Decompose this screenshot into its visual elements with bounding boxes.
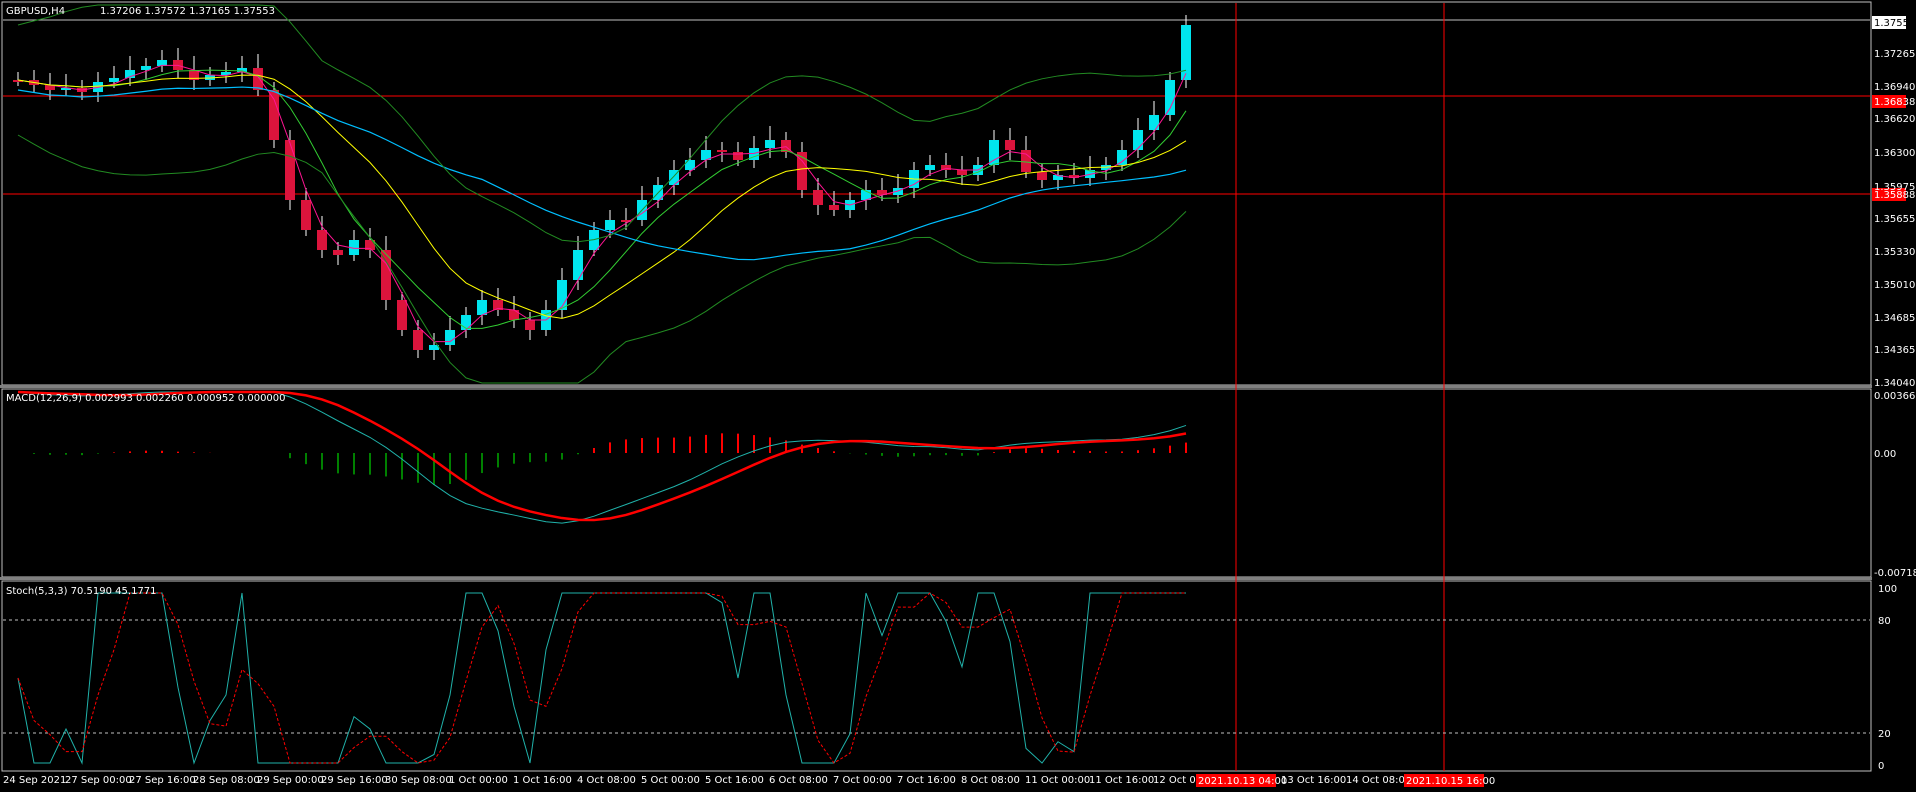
time-label: 11 Oct 00:00: [1025, 775, 1090, 786]
hline-badge: 1.36838: [1874, 97, 1915, 108]
price-tick: 1.34685: [1874, 313, 1915, 324]
candle-body: [733, 152, 743, 160]
crosshair-time-badge: 2021.10.13 04:00: [1198, 776, 1287, 787]
time-label: 4 Oct 08:00: [577, 775, 636, 786]
price-axis[interactable]: 1.37553 1.37265 1.36940 1.36838 1.36620 …: [1872, 16, 1915, 389]
candle-body: [989, 140, 999, 165]
time-label: 1 Oct 00:00: [449, 775, 508, 786]
time-label: 24 Sep 2021: [3, 775, 66, 786]
candle-body: [301, 200, 311, 230]
time-label: 5 Oct 16:00: [705, 775, 764, 786]
stoch-tick: 80: [1878, 616, 1891, 627]
price-tick: 1.37265: [1874, 49, 1915, 60]
stoch-signal-line: [17, 592, 1186, 764]
macd-tick: 0.003669: [1874, 391, 1916, 402]
candle-body: [525, 320, 535, 330]
candle-body: [333, 250, 343, 255]
candle-body: [925, 165, 935, 170]
time-label: 29 Sep 16:00: [321, 775, 388, 786]
stoch-axis: 100 80 20 0: [1878, 584, 1897, 772]
price-tick: 1.34365: [1874, 345, 1915, 356]
candle-body: [477, 300, 487, 315]
candle-body: [717, 150, 727, 152]
candle-body: [813, 190, 823, 205]
stoch-tick: 20: [1878, 729, 1891, 740]
stoch-tick: 0: [1878, 761, 1884, 772]
time-label: 5 Oct 00:00: [641, 775, 700, 786]
candle-body: [557, 280, 567, 310]
candle-body: [765, 140, 775, 148]
time-label: 6 Oct 08:00: [769, 775, 828, 786]
candle-body: [1149, 115, 1159, 130]
symbol-label: GBPUSD,H4: [6, 6, 65, 17]
time-label: 30 Sep 08:00: [385, 775, 452, 786]
price-tick: 1.35010: [1874, 280, 1915, 291]
stoch-tick: 100: [1878, 584, 1897, 595]
macd-axis: 0.003669 0.00 -0.007188: [1874, 391, 1916, 579]
price-tick: 1.36940: [1874, 82, 1915, 93]
time-label: 1 Oct 16:00: [513, 775, 572, 786]
bollinger-upper: [17, 4, 1187, 243]
time-label: 28 Sep 08:00: [193, 775, 260, 786]
candle-body: [317, 230, 327, 250]
macd-tick: -0.007188: [1874, 568, 1916, 579]
price-tick: 1.34040: [1874, 378, 1915, 389]
price-tick: 1.35330: [1874, 247, 1915, 258]
candle-body: [573, 250, 583, 280]
candle-body: [957, 170, 967, 175]
candle-body: [1037, 172, 1047, 180]
time-label: 13 Oct 16:00: [1281, 775, 1346, 786]
time-label: 27 Sep 16:00: [129, 775, 196, 786]
candle-body: [1165, 80, 1175, 115]
stoch-main-line: [17, 592, 1186, 765]
macd-main-line: [17, 391, 1187, 524]
candle-body: [509, 310, 519, 320]
chart-canvas[interactable]: GBPUSD,H4 1.37206 1.37572 1.37165 1.3755…: [0, 0, 1916, 792]
candle-body: [285, 140, 295, 200]
ma-long-line: [17, 86, 1187, 261]
stoch-label: Stoch(5,3,3) 70.5190 45.1771: [6, 586, 157, 597]
stoch-panel-frame: [1, 580, 1872, 772]
ma-slow-line: [17, 74, 1187, 319]
bollinger-lower: [17, 134, 1187, 384]
time-label: 14 Oct 08:00: [1346, 775, 1411, 786]
price-tick: 1.36300: [1874, 148, 1915, 159]
candle-body: [605, 220, 615, 230]
time-label: 7 Oct 00:00: [833, 775, 892, 786]
candle-body: [1181, 25, 1191, 80]
candle-body: [141, 66, 151, 70]
time-label: 8 Oct 08:00: [961, 775, 1020, 786]
time-label: 27 Sep 00:00: [65, 775, 132, 786]
price-tick: 1.35975: [1874, 182, 1915, 193]
candle-body: [445, 330, 455, 345]
candle-body: [397, 300, 407, 330]
price-tick: 1.35655: [1874, 214, 1915, 225]
price-tick: 1.36620: [1874, 114, 1915, 125]
current-price-badge: 1.37553: [1874, 18, 1915, 29]
time-label: 29 Sep 00:00: [257, 775, 324, 786]
candle-body: [109, 78, 119, 82]
candle-body: [829, 205, 839, 210]
candle-body: [413, 330, 423, 350]
macd-signal-line: [17, 390, 1187, 522]
time-label: 11 Oct 16:00: [1089, 775, 1154, 786]
candle-body: [1117, 150, 1127, 165]
candle-body: [269, 90, 279, 140]
ma-mid-line: [17, 69, 1187, 329]
time-axis[interactable]: 24 Sep 2021 27 Sep 00:00 27 Sep 16:00 28…: [3, 774, 1495, 787]
candle-body: [1133, 130, 1143, 150]
candle-body: [1005, 140, 1015, 150]
macd-tick: 0.00: [1874, 449, 1896, 460]
ohlc-label: 1.37206 1.37572 1.37165 1.37553: [100, 6, 275, 17]
macd-label: MACD(12,26,9) 0.002993 0.002260 0.000952…: [6, 393, 286, 404]
time-label: 7 Oct 16:00: [897, 775, 956, 786]
crosshair-time-badge: 2021.10.15 16:00: [1406, 776, 1495, 787]
macd-panel-frame: [1, 388, 1872, 578]
